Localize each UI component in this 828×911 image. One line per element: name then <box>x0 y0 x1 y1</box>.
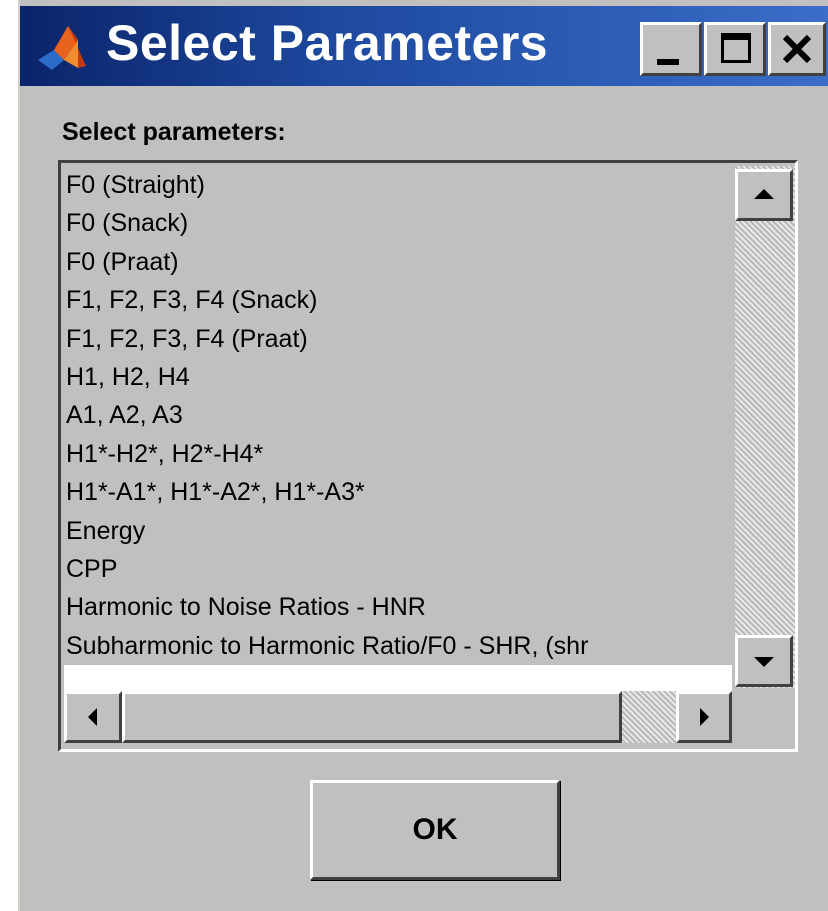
scroll-up-button[interactable] <box>735 169 793 221</box>
title-bar[interactable]: Select Parameters <box>20 6 828 86</box>
list-item[interactable]: F1, F2, F3, F4 (Snack) <box>64 281 732 319</box>
empty-list-row[interactable] <box>64 665 732 691</box>
maximize-button[interactable] <box>704 22 766 76</box>
scrollbar-corner <box>735 691 795 743</box>
list-item[interactable]: CPP <box>64 550 732 588</box>
down-arrow-icon <box>754 657 774 667</box>
list-item[interactable]: F0 (Straight) <box>64 166 732 204</box>
list-item[interactable]: H1, H2, H4 <box>64 358 732 396</box>
maximize-icon <box>721 33 751 63</box>
list-items-area[interactable]: F0 (Straight) F0 (Snack) F0 (Praat) F1, … <box>64 166 732 688</box>
minimize-button[interactable] <box>640 22 702 76</box>
close-icon <box>782 34 812 64</box>
window-title: Select Parameters <box>106 15 549 71</box>
list-item[interactable]: H1*-A1*, H1*-A2*, H1*-A3* <box>64 473 732 511</box>
minimize-icon <box>657 59 679 65</box>
vertical-scrollbar-track[interactable] <box>735 166 795 688</box>
matlab-logo-icon <box>34 20 90 76</box>
list-item[interactable]: Harmonic to Noise Ratios - HNR <box>64 588 732 626</box>
list-item[interactable]: F0 (Praat) <box>64 243 732 281</box>
ok-button[interactable]: OK <box>310 780 560 880</box>
list-item[interactable]: H1*-H2*, H2*-H4* <box>64 435 732 473</box>
scroll-right-button[interactable] <box>676 691 732 743</box>
horizontal-scroll-thumb[interactable] <box>122 691 622 743</box>
left-arrow-icon <box>88 708 97 726</box>
dialog-window: Select Parameters Select parameters: F0 … <box>18 0 828 911</box>
parameter-listbox[interactable]: F0 (Straight) F0 (Snack) F0 (Praat) F1, … <box>58 160 798 752</box>
scroll-left-button[interactable] <box>64 691 122 743</box>
close-button[interactable] <box>768 22 826 76</box>
list-item[interactable]: Energy <box>64 512 732 550</box>
list-item[interactable]: A1, A2, A3 <box>64 396 732 434</box>
list-item[interactable]: F0 (Snack) <box>64 204 732 242</box>
scroll-down-button[interactable] <box>735 635 793 687</box>
up-arrow-icon <box>754 189 774 199</box>
prompt-label: Select parameters: <box>62 118 286 146</box>
list-item[interactable]: Subharmonic to Harmonic Ratio/F0 - SHR, … <box>64 627 732 665</box>
right-arrow-icon <box>700 708 709 726</box>
list-item[interactable]: F1, F2, F3, F4 (Praat) <box>64 320 732 358</box>
